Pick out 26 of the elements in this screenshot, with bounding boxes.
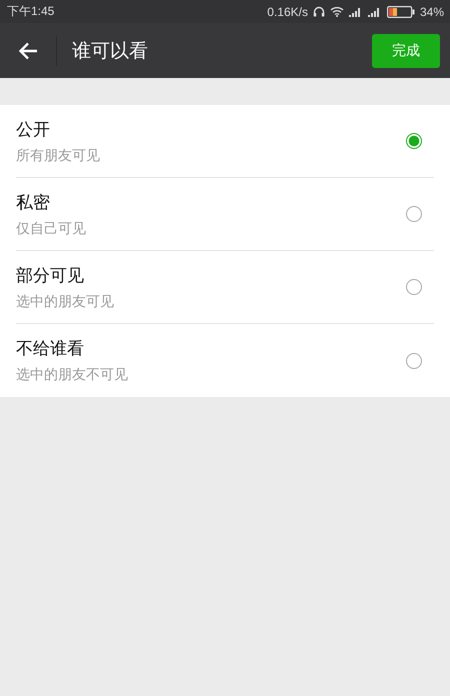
radio-button[interactable] [406, 352, 422, 368]
signal-icon [368, 6, 382, 16]
option-title: 私密 [16, 192, 50, 214]
option-row[interactable]: 公开 所有朋友可见 [16, 105, 434, 178]
status-time: 下午1:45 [7, 3, 54, 20]
option-subtitle: 所有朋友可见 [16, 146, 100, 164]
option-title: 不给谁看 [16, 338, 84, 360]
radio-button[interactable] [406, 279, 422, 295]
wifi-icon [330, 6, 344, 17]
network-speed: 0.16K/s [267, 4, 308, 18]
page-title: 谁可以看 [72, 38, 149, 64]
radio-button[interactable] [406, 206, 422, 222]
signal-icon [348, 6, 363, 16]
option-row[interactable]: 部分可见 选中的朋友可见 [16, 251, 434, 324]
option-title: 部分可见 [16, 264, 84, 286]
option-row[interactable]: 私密 仅自己可见 [16, 178, 434, 251]
battery-icon [386, 6, 415, 18]
radio-button[interactable] [406, 133, 422, 149]
option-row[interactable]: 不给谁看 选中的朋友不可见 [16, 324, 434, 397]
option-subtitle: 选中的朋友不可见 [16, 366, 128, 384]
option-title: 公开 [16, 118, 50, 140]
back-arrow-icon [18, 42, 38, 60]
option-subtitle: 选中的朋友可见 [16, 292, 114, 310]
headphones-icon [312, 6, 325, 17]
battery-percent: 34% [420, 4, 444, 18]
option-subtitle: 仅自己可见 [16, 220, 86, 238]
